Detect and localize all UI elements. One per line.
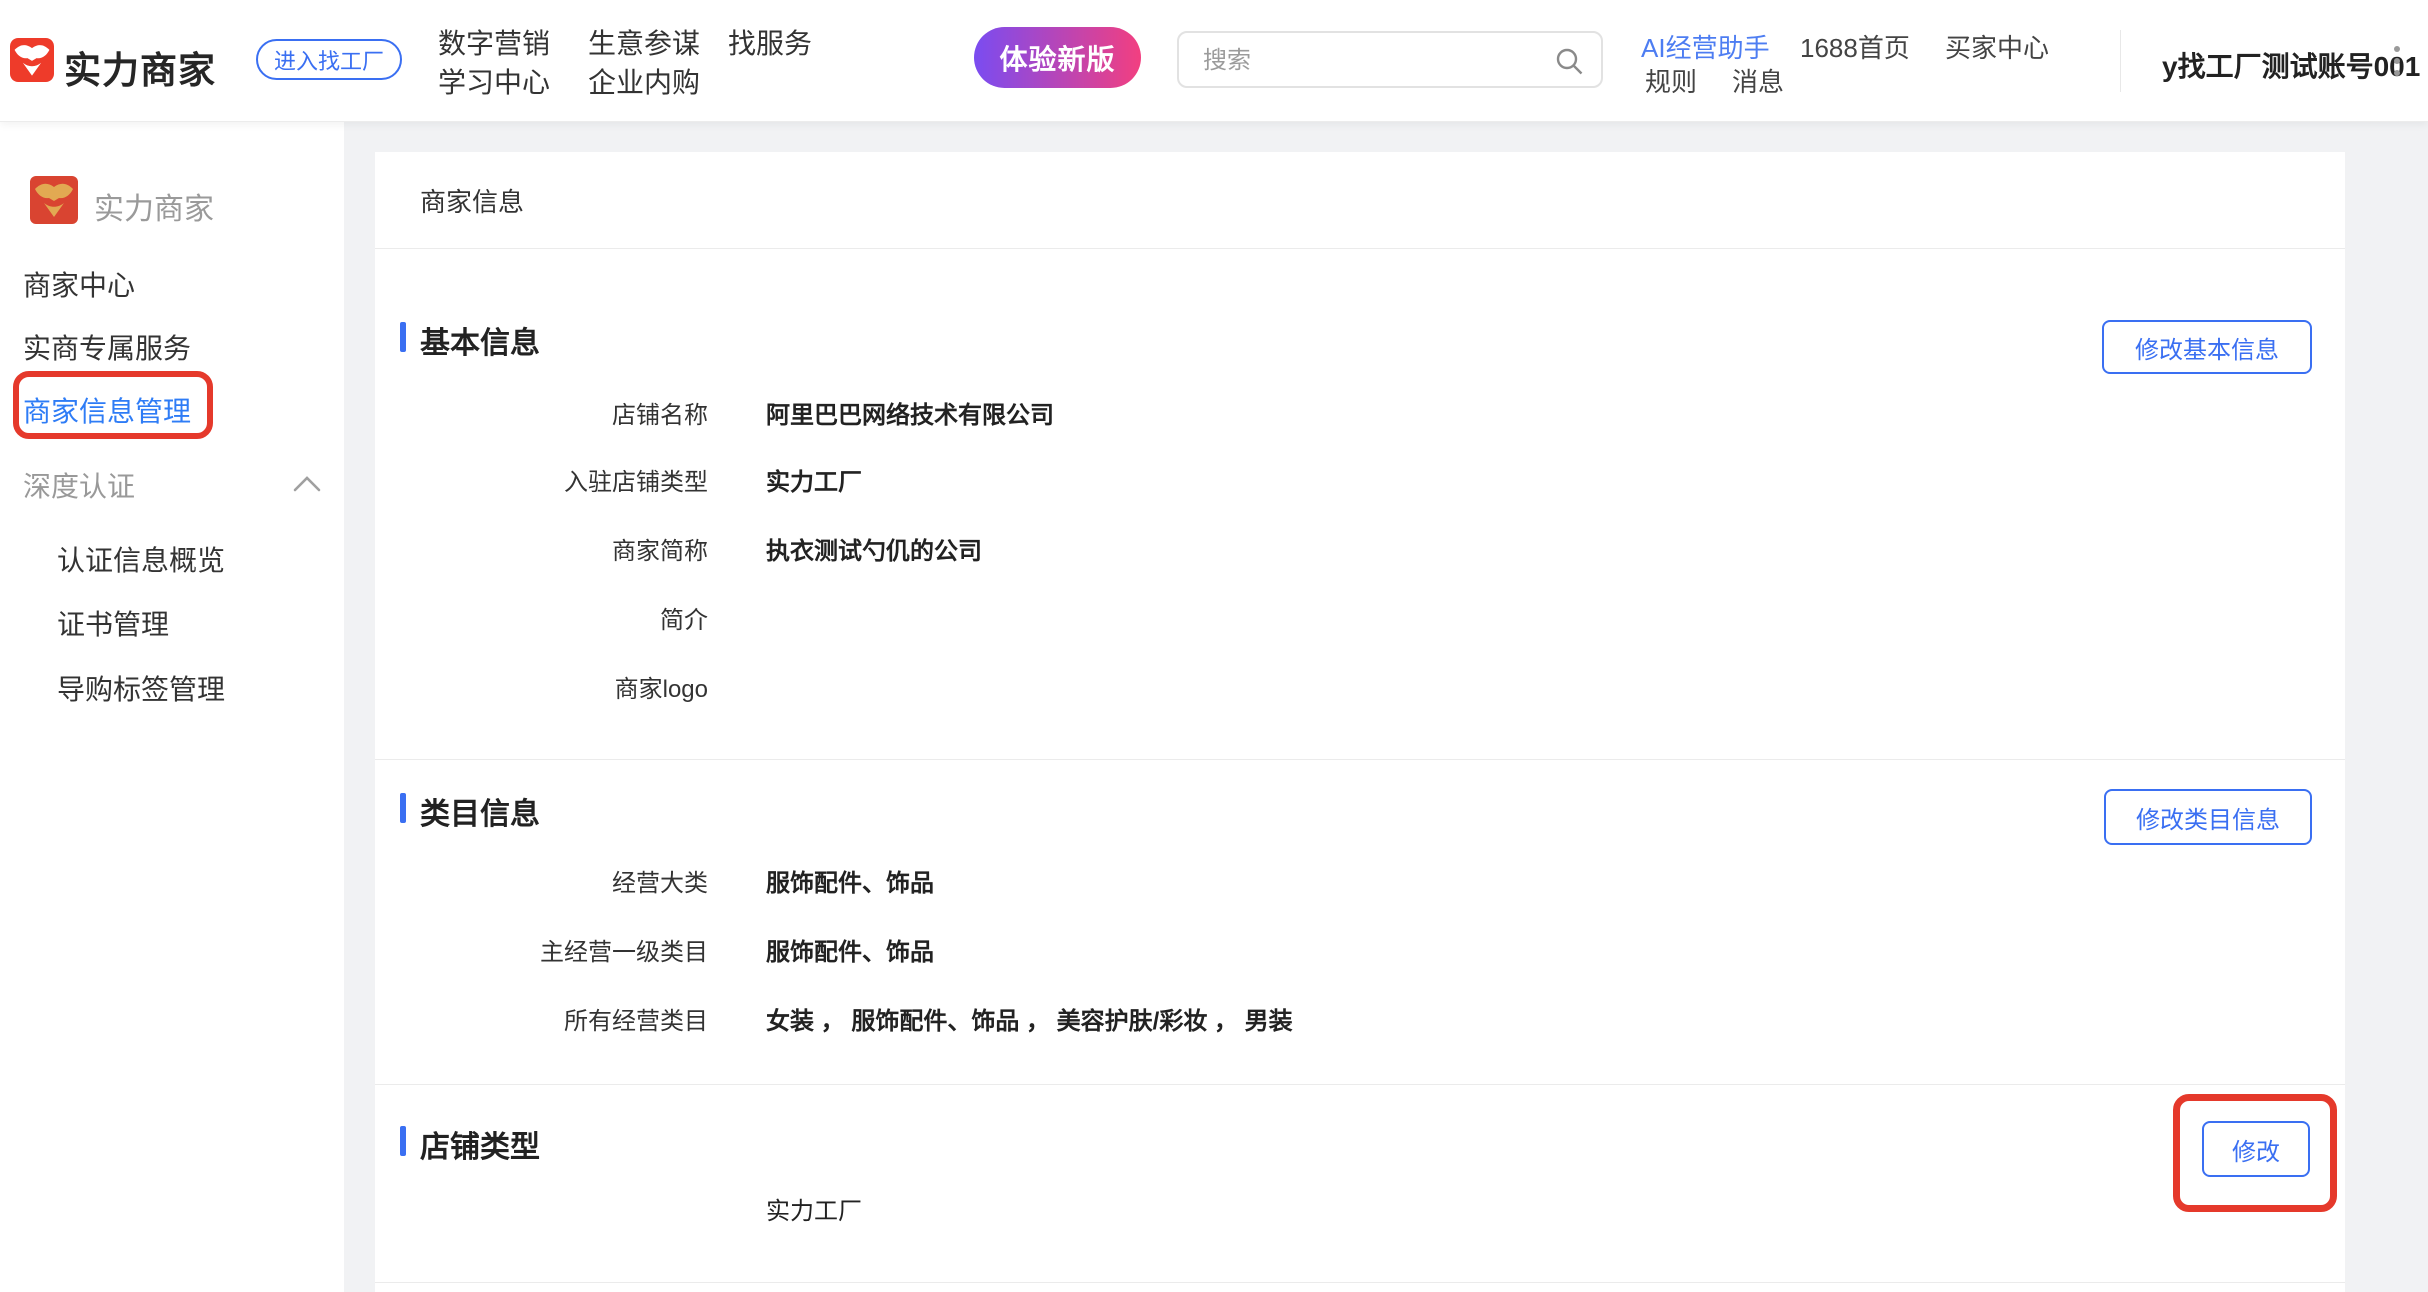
edit-category-info-button[interactable]: 修改类目信息 bbox=[2104, 789, 2312, 845]
top-header: 实力商家 进入找工厂 数字营销 学习中心 生意参谋 企业内购 找服务 体验新版 … bbox=[0, 0, 2428, 122]
link-1688-home[interactable]: 1688首页 bbox=[1800, 28, 1910, 65]
divider bbox=[375, 248, 2345, 249]
sidebar-subitem-certification-overview[interactable]: 认证信息概览 bbox=[57, 539, 225, 579]
field-value-major-category: 服饰配件、饰品 bbox=[766, 866, 934, 902]
divider bbox=[375, 1282, 2345, 1283]
field-value-main-first-level-category: 服饰配件、饰品 bbox=[766, 935, 934, 971]
sidebar-brand-icon bbox=[30, 176, 78, 224]
section-accent-bar bbox=[400, 1126, 406, 1156]
field-label-intro: 简介 bbox=[375, 603, 708, 639]
divider bbox=[375, 759, 2345, 760]
nav-learning-center[interactable]: 学习中心 bbox=[438, 61, 550, 101]
sidebar-group-deep-certification[interactable]: 深度认证 bbox=[23, 465, 135, 505]
search-input[interactable] bbox=[1201, 33, 1535, 88]
search-box bbox=[1177, 31, 1603, 88]
sidebar-item-exclusive-services[interactable]: 实商专属服务 bbox=[23, 327, 191, 367]
link-messages[interactable]: 消息 bbox=[1732, 62, 1784, 99]
field-label-main-first-level-category: 主经营一级类目 bbox=[375, 935, 708, 971]
field-value-entry-shop-type: 实力工厂 bbox=[766, 465, 862, 501]
link-rules[interactable]: 规则 bbox=[1645, 62, 1697, 99]
sidebar-item-merchant-center[interactable]: 商家中心 bbox=[23, 264, 135, 304]
sidebar-brand-text: 实力商家 bbox=[94, 184, 214, 228]
nav-digital-marketing[interactable]: 数字营销 bbox=[438, 22, 550, 62]
brand-logo-icon bbox=[10, 38, 54, 82]
search-icon[interactable] bbox=[1553, 45, 1585, 77]
account-menu-icon[interactable] bbox=[2392, 44, 2402, 80]
try-new-version-button[interactable]: 体验新版 bbox=[974, 27, 1141, 88]
field-row: 商家logo bbox=[375, 672, 2345, 708]
field-label-merchant-logo: 商家logo bbox=[375, 672, 708, 708]
field-row: 经营大类 服饰配件、饰品 bbox=[375, 866, 2345, 902]
field-row: 店铺名称 阿里巴巴网络技术有限公司 bbox=[375, 398, 2345, 434]
chevron-up-icon[interactable] bbox=[293, 475, 321, 492]
field-value-merchant-short-name: 执衣测试勺仉的公司 bbox=[766, 534, 982, 570]
link-buyer-center[interactable]: 买家中心 bbox=[1945, 28, 2049, 65]
section-title-category-info: 类目信息 bbox=[420, 789, 540, 833]
section-title-shop-type: 店铺类型 bbox=[420, 1122, 540, 1166]
edit-shop-type-button[interactable]: 修改 bbox=[2202, 1121, 2310, 1177]
merchant-info-panel: 商家信息 基本信息 修改基本信息 店铺名称 阿里巴巴网络技术有限公司 入驻店铺类… bbox=[375, 152, 2345, 1292]
field-label-merchant-short-name: 商家简称 bbox=[375, 534, 708, 570]
nav-business-advisor[interactable]: 生意参谋 bbox=[588, 22, 700, 62]
field-label-all-categories: 所有经营类目 bbox=[375, 1004, 708, 1040]
field-row: 实力工厂 bbox=[375, 1194, 2345, 1230]
enter-find-factory-button[interactable]: 进入找工厂 bbox=[256, 39, 402, 80]
page-title: 商家信息 bbox=[420, 182, 524, 219]
sidebar-subitem-certificate-management[interactable]: 证书管理 bbox=[57, 603, 169, 643]
field-label-entry-shop-type: 入驻店铺类型 bbox=[375, 465, 708, 501]
nav-enterprise-purchase[interactable]: 企业内购 bbox=[588, 61, 700, 101]
section-accent-bar bbox=[400, 322, 406, 352]
field-row: 主经营一级类目 服饰配件、饰品 bbox=[375, 935, 2345, 971]
section-accent-bar bbox=[400, 793, 406, 823]
divider bbox=[375, 1084, 2345, 1085]
field-label-major-category: 经营大类 bbox=[375, 866, 708, 902]
field-row: 所有经营类目 女装 ， 服饰配件、饰品 ， 美容护肤/彩妆 ， 男装 bbox=[375, 1004, 2345, 1040]
field-row: 商家简称 执衣测试勺仉的公司 bbox=[375, 534, 2345, 570]
nav-find-services[interactable]: 找服务 bbox=[728, 22, 812, 62]
field-row: 入驻店铺类型 实力工厂 bbox=[375, 465, 2345, 501]
edit-basic-info-button[interactable]: 修改基本信息 bbox=[2102, 320, 2312, 374]
brand-logo-text: 实力商家 bbox=[64, 40, 216, 94]
field-row: 简介 bbox=[375, 603, 2345, 639]
sidebar: 实力商家 商家中心 实商专属服务 商家信息管理 深度认证 认证信息概览 证书管理… bbox=[0, 121, 344, 1292]
field-value-shop-type: 实力工厂 bbox=[766, 1194, 862, 1230]
field-label-shop-name: 店铺名称 bbox=[375, 398, 708, 434]
sidebar-subitem-guide-label-management[interactable]: 导购标签管理 bbox=[57, 668, 225, 708]
sidebar-item-merchant-info-management[interactable]: 商家信息管理 bbox=[23, 390, 191, 430]
field-value-all-categories: 女装 ， 服饰配件、饰品 ， 美容护肤/彩妆 ， 男装 bbox=[766, 1004, 1293, 1040]
field-value-shop-name: 阿里巴巴网络技术有限公司 bbox=[766, 398, 1054, 434]
link-ai-assistant[interactable]: AI经营助手 bbox=[1641, 28, 1770, 65]
section-title-basic-info: 基本信息 bbox=[420, 318, 540, 362]
account-name[interactable]: y找工厂测试账号001 bbox=[2162, 45, 2420, 85]
header-divider bbox=[2120, 30, 2121, 92]
